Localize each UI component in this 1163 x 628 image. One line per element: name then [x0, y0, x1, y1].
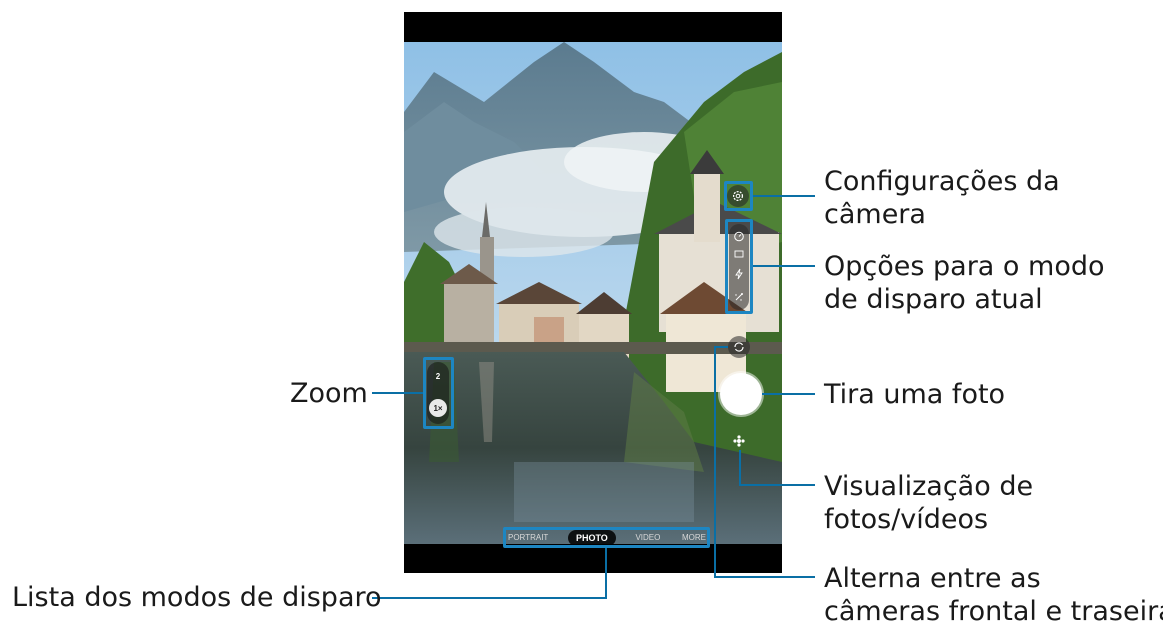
gallery-preview-icon [733, 435, 745, 447]
options-highlight-frame [725, 219, 753, 314]
switch-callout-hline [714, 576, 815, 578]
modes-highlight-frame [503, 527, 710, 548]
gallery-preview-button[interactable] [730, 432, 748, 450]
mode-options-label-2: de disparo atual [824, 284, 1043, 315]
switch-callout-vline [714, 346, 716, 578]
zoom-label: Zoom [290, 378, 368, 409]
take-photo-label: Tira uma foto [824, 379, 1006, 410]
shutter-callout-line [762, 393, 815, 395]
settings-highlight-frame [724, 181, 753, 211]
preview-label-2: fotos/vídeos [824, 504, 989, 535]
modes-callout-vline [605, 548, 607, 598]
preview-callout-hline [739, 484, 815, 486]
switch-camera-button[interactable] [728, 336, 750, 358]
modes-list-label: Lista dos modos de disparo [12, 582, 382, 613]
switch-callout-stub [714, 346, 728, 348]
camera-settings-label-1: Configurações da [824, 166, 1060, 197]
modes-callout-hline [372, 597, 607, 599]
switch-camera-icon [734, 342, 744, 352]
switch-camera-label-2: câmeras frontal e traseira [824, 596, 1163, 627]
zoom-highlight-frame [423, 357, 454, 429]
switch-camera-label-1: Alterna entre as [824, 563, 1041, 594]
preview-label-1: Visualização de [824, 471, 1034, 502]
mode-options-label-1: Opções para o modo [824, 251, 1105, 282]
zoom-callout-line [372, 392, 423, 394]
options-callout-line [753, 265, 815, 267]
camera-settings-label-2: câmera [824, 199, 926, 230]
shutter-button[interactable] [720, 373, 762, 415]
preview-callout-vline [739, 450, 741, 485]
settings-callout-line [753, 195, 815, 197]
